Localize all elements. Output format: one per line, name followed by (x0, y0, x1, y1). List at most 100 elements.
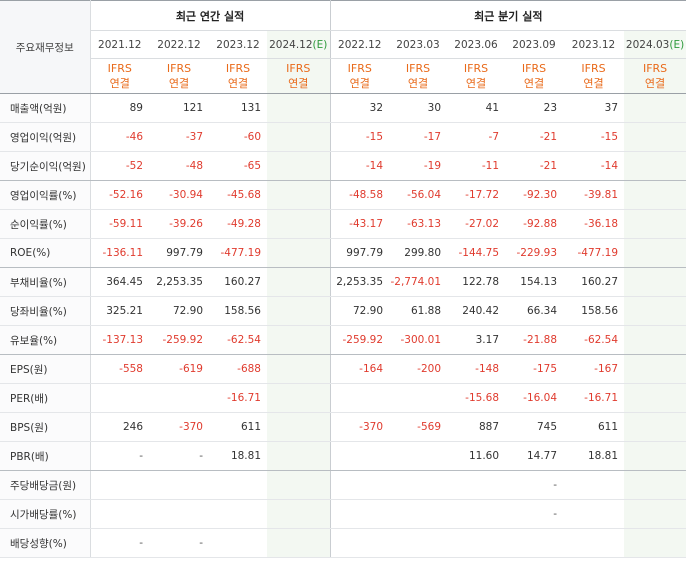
consolidation-type: 연결 (349, 77, 370, 90)
value-cell (267, 209, 331, 239)
period-header: 2023.06 (447, 30, 506, 59)
row-label: 유보율(%) (0, 325, 91, 355)
value-cell: 121 (149, 93, 209, 123)
row-label: PER(배) (0, 383, 91, 413)
value-cell (624, 325, 687, 355)
quarterly-group-header: 최근 분기 실적 (330, 0, 687, 31)
value-cell: -36.18 (563, 209, 625, 239)
value-cell: - (90, 441, 149, 471)
value-cell: -37 (149, 122, 209, 152)
value-cell: 299.80 (389, 238, 448, 268)
value-cell: 72.90 (330, 296, 390, 326)
value-cell: -43.17 (330, 209, 390, 239)
value-cell: -56.04 (389, 180, 448, 210)
value-cell: -167 (563, 354, 625, 384)
row-label: 당기순이익(억원) (0, 151, 91, 181)
period-header: 2022.12 (330, 30, 390, 59)
row-label: PBR(배) (0, 441, 91, 471)
table-row: 부채비율(%) 364.45 2,253.35 160.27 2,253.35 -2,77… (0, 267, 687, 297)
value-cell: 32 (330, 93, 390, 123)
consolidation-type: 연결 (109, 77, 130, 90)
value-cell (267, 528, 331, 558)
standard-name: IFRS (581, 62, 606, 75)
value-cell: 72.90 (149, 296, 209, 326)
table-row: 매출액(억원) 89 121 131 32 30 41 23 37 (0, 93, 687, 123)
value-cell: - (505, 470, 564, 500)
value-cell: 246 (90, 412, 149, 442)
value-cell: -45.68 (209, 180, 267, 210)
period-header: 2024.12(E) (267, 30, 331, 59)
value-cell: 160.27 (209, 267, 267, 297)
value-cell: -14 (563, 151, 625, 181)
accounting-standard: IFRS 연결 (267, 58, 331, 94)
value-cell: 61.88 (389, 296, 448, 326)
value-cell: -619 (149, 354, 209, 384)
accounting-standard: IFRS 연결 (505, 58, 564, 94)
standard-name: IFRS (225, 62, 251, 75)
row-label: 영업이익률(%) (0, 180, 91, 210)
value-cell: -92.88 (505, 209, 564, 239)
period-date: 2022.12 (157, 38, 201, 51)
table-row: 영업이익률(%) -52.16 -30.94 -45.68 -48.58 -56.04 -1… (0, 180, 687, 210)
value-cell (563, 499, 625, 529)
accounting-standard: IFRS 연결 (389, 58, 448, 94)
consolidation-type: 연결 (288, 77, 309, 90)
value-cell: -65 (209, 151, 267, 181)
value-cell: 158.56 (563, 296, 625, 326)
value-cell (389, 499, 448, 529)
table-row: 영업이익(억원) -46 -37 -60 -15 -17 -7 -21 -15 (0, 122, 687, 152)
value-cell (624, 528, 687, 558)
value-cell (624, 441, 687, 471)
table-row: PBR(배) - -18.81 11.60 14.77 18.81 (0, 441, 687, 471)
value-cell (624, 93, 687, 123)
value-cell: 131 (209, 93, 267, 123)
value-cell (447, 499, 506, 529)
value-cell: 11.60 (447, 441, 506, 471)
value-cell: 158.56 (209, 296, 267, 326)
financial-summary-table: 주요재무정보 최근 연간 실적 최근 분기 실적 2021.12 2022.12 2… (0, 0, 687, 558)
value-cell (149, 383, 209, 413)
value-cell: -27.02 (447, 209, 506, 239)
value-cell: 23 (505, 93, 564, 123)
value-cell: 18.81 (563, 441, 625, 471)
value-cell: -48 (149, 151, 209, 181)
value-cell: -569 (389, 412, 448, 442)
value-cell (149, 499, 209, 529)
value-cell: -19 (389, 151, 448, 181)
value-cell: -2,774.01 (389, 267, 448, 297)
value-cell: 611 (209, 412, 267, 442)
value-cell (624, 122, 687, 152)
period-date: 2024.12 (269, 38, 313, 51)
value-cell (624, 209, 687, 239)
accounting-standard: IFRS 연결 (209, 58, 267, 94)
value-cell: -46 (90, 122, 149, 152)
consolidation-type: 연결 (168, 77, 190, 90)
row-label: 순이익률(%) (0, 209, 91, 239)
value-cell: -39.26 (149, 209, 209, 239)
estimate-marker: (E) (669, 38, 685, 51)
consolidation-type: 연결 (227, 77, 249, 90)
row-label: ROE(%) (0, 238, 91, 268)
value-cell (267, 238, 331, 268)
value-cell: 154.13 (505, 267, 564, 297)
period-header: 2023.09 (505, 30, 564, 59)
accounting-standard: IFRS 연결 (90, 58, 149, 94)
value-cell: -370 (330, 412, 390, 442)
consolidation-type: 연결 (644, 77, 666, 90)
value-cell: -62.54 (209, 325, 267, 355)
period-header: 2023.03 (389, 30, 448, 59)
value-cell: -49.28 (209, 209, 267, 239)
value-cell: -175 (505, 354, 564, 384)
value-cell: 122.78 (447, 267, 506, 297)
accounting-standard: IFRS 연결 (563, 58, 625, 94)
standard-name: IFRS (166, 62, 192, 75)
consolidation-type: 연결 (465, 77, 487, 90)
value-cell (267, 93, 331, 123)
accounting-standard: IFRS 연결 (624, 58, 687, 94)
value-cell (624, 151, 687, 181)
value-cell (624, 383, 687, 413)
value-cell (330, 499, 390, 529)
value-cell (267, 499, 331, 529)
value-cell: -17.72 (447, 180, 506, 210)
value-cell: -21.88 (505, 325, 564, 355)
